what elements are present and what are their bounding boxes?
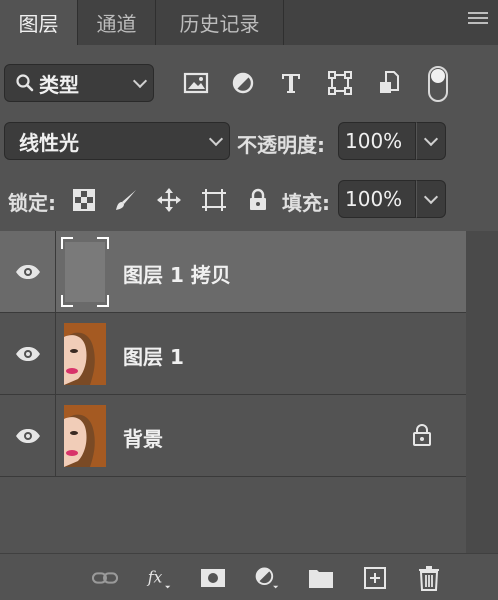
add-mask-icon[interactable] bbox=[200, 566, 226, 590]
type-filter-icon[interactable] bbox=[277, 69, 305, 97]
new-group-folder-icon[interactable] bbox=[308, 566, 334, 590]
layer-row[interactable]: 图层 1 拷贝 bbox=[0, 231, 466, 313]
blend-mode-select[interactable]: 线性光 bbox=[4, 122, 230, 160]
smart-object-filter-icon[interactable] bbox=[375, 69, 403, 97]
eye-icon bbox=[15, 429, 40, 443]
tab-channels[interactable]: 通道 bbox=[78, 0, 156, 45]
layer-style-fx-icon[interactable]: fx bbox=[146, 566, 172, 590]
link-layers-icon[interactable] bbox=[92, 566, 118, 590]
lock-position-icon[interactable] bbox=[155, 186, 183, 214]
layers-scrollbar[interactable] bbox=[466, 231, 498, 553]
panel-tab-bar: 图层 通道 历史记录 bbox=[0, 0, 498, 45]
layer-thumbnail[interactable] bbox=[64, 323, 106, 385]
image-filter-icon[interactable] bbox=[182, 69, 210, 97]
shape-filter-icon[interactable] bbox=[326, 69, 354, 97]
layer-name: 图层 1 拷贝 bbox=[123, 263, 231, 287]
lock-icon bbox=[411, 423, 433, 451]
chevron-down-icon bbox=[423, 189, 439, 205]
chevron-down-icon bbox=[132, 73, 148, 89]
delete-layer-icon[interactable] bbox=[416, 566, 442, 591]
search-icon bbox=[16, 74, 34, 92]
tab-history[interactable]: 历史记录 bbox=[156, 0, 284, 45]
visibility-toggle[interactable] bbox=[0, 395, 56, 477]
lock-image-pixels-icon[interactable] bbox=[112, 186, 140, 214]
visibility-toggle[interactable] bbox=[0, 231, 56, 313]
tab-layers[interactable]: 图层 bbox=[0, 0, 78, 45]
tab-history-label: 历史记录 bbox=[179, 12, 260, 36]
layer-row[interactable]: 背景 bbox=[0, 395, 466, 477]
lock-label: 锁定: bbox=[8, 191, 56, 215]
layer-row[interactable]: 图层 1 bbox=[0, 313, 466, 395]
layer-thumbnail[interactable] bbox=[64, 405, 106, 467]
lock-artboard-icon[interactable] bbox=[200, 186, 228, 214]
lock-transparent-pixels-icon[interactable] bbox=[70, 186, 98, 214]
fill-input[interactable]: 100% bbox=[338, 180, 416, 218]
fill-value: 100% bbox=[345, 187, 403, 211]
fill-label: 填充: bbox=[282, 191, 330, 215]
tab-layers-label: 图层 bbox=[18, 12, 59, 36]
fill-dropdown-button[interactable] bbox=[416, 180, 446, 218]
opacity-input[interactable]: 100% bbox=[338, 122, 416, 160]
opacity-value: 100% bbox=[345, 129, 403, 153]
new-layer-icon[interactable] bbox=[362, 566, 388, 590]
filter-toggle-switch[interactable] bbox=[428, 66, 448, 102]
layer-thumbnail[interactable] bbox=[61, 237, 109, 307]
panel-menu-icon[interactable] bbox=[468, 12, 488, 26]
tab-channels-label: 通道 bbox=[96, 12, 137, 36]
new-adjustment-layer-icon[interactable] bbox=[254, 566, 280, 590]
layer-name: 背景 bbox=[123, 427, 163, 451]
lock-all-icon[interactable] bbox=[244, 186, 272, 214]
blend-mode-value: 线性光 bbox=[19, 130, 79, 155]
chevron-down-icon bbox=[423, 131, 439, 147]
opacity-dropdown-button[interactable] bbox=[416, 122, 446, 160]
filter-kind-select[interactable]: 类型 bbox=[4, 64, 154, 102]
eye-icon bbox=[15, 265, 40, 279]
eye-icon bbox=[15, 347, 40, 361]
adjustment-filter-icon[interactable] bbox=[229, 69, 257, 97]
chevron-down-icon bbox=[208, 131, 224, 147]
opacity-label: 不透明度: bbox=[237, 133, 325, 157]
svg-text:fx: fx bbox=[147, 568, 163, 586]
filter-kind-label: 类型 bbox=[39, 72, 79, 97]
layer-name: 图层 1 bbox=[123, 345, 184, 369]
layers-bottom-toolbar: fx bbox=[0, 553, 498, 600]
visibility-toggle[interactable] bbox=[0, 313, 56, 395]
toggle-knob bbox=[431, 69, 445, 83]
